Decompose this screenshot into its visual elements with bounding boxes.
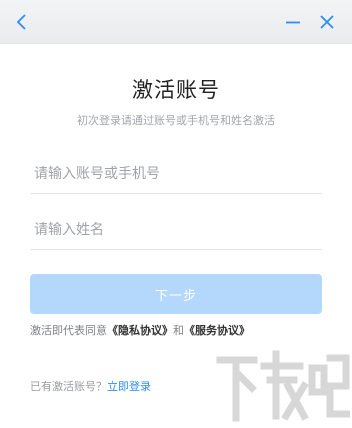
minimize-icon	[286, 21, 300, 24]
name-input[interactable]	[30, 210, 322, 250]
agreement-text: 激活即代表同意《隐私协议》和《服务协议》	[30, 322, 250, 338]
close-icon	[320, 15, 334, 29]
agreement-and: 和	[173, 324, 184, 337]
watermark-logo	[216, 350, 350, 422]
chevron-left-icon	[16, 14, 26, 30]
privacy-agreement-link[interactable]: 《隐私协议》	[107, 324, 173, 337]
close-button[interactable]	[314, 9, 340, 35]
page-subtitle: 初次登录请通过账号或手机号和姓名激活	[77, 114, 275, 127]
agreement-prefix: 激活即代表同意	[30, 324, 107, 337]
account-input[interactable]	[30, 154, 322, 194]
next-button[interactable]: 下一步	[30, 274, 322, 314]
page-title: 激活账号	[132, 78, 220, 102]
service-agreement-link[interactable]: 《服务协议》	[184, 324, 250, 337]
title-bar	[0, 0, 352, 44]
minimize-button[interactable]	[280, 9, 306, 35]
back-button[interactable]	[9, 9, 35, 35]
existing-account-text: 已有激活账号？	[30, 380, 107, 393]
existing-account-line: 已有激活账号？立即登录	[30, 378, 151, 394]
login-now-link[interactable]: 立即登录	[107, 380, 151, 393]
